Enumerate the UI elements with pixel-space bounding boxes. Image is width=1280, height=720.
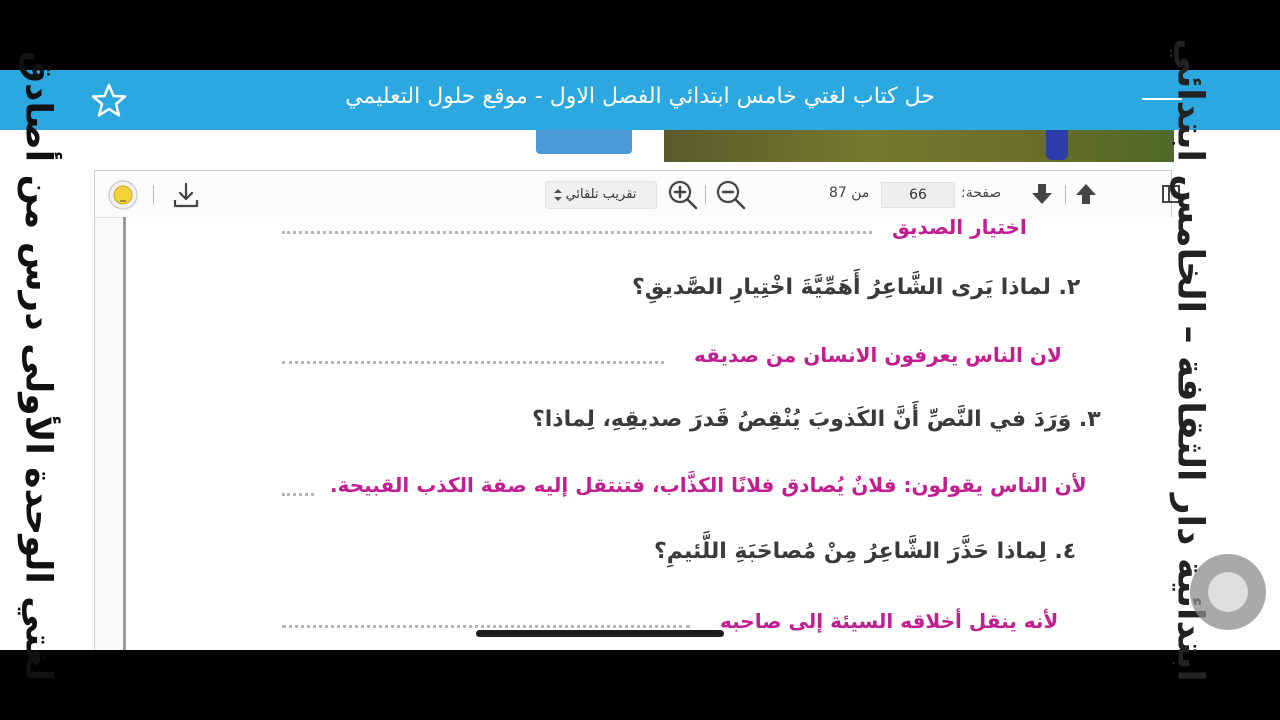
top-letterbox — [0, 0, 1280, 70]
lightbulb-icon[interactable] — [107, 179, 139, 211]
question-2: ٢. لماذا يَرى الشَّاعِرُ أَهَمِّيَّةَ اخ… — [632, 275, 1081, 300]
answer-dotted-line — [282, 361, 664, 364]
page-title: حل كتاب لغتي خامس ابتدائي الفصل الاول - … — [345, 84, 935, 109]
zoom-in-icon[interactable] — [667, 179, 699, 211]
select-arrows-icon — [554, 189, 562, 201]
answer-dotted-line — [282, 625, 690, 628]
zoom-out-icon[interactable] — [715, 179, 747, 211]
app-screen: حل كتاب لغتي خامس ابتدائي الفصل الاول - … — [0, 70, 1280, 650]
arrow-down-icon[interactable] — [1029, 181, 1055, 207]
zoom-select-value: تقريب تلقائي — [565, 187, 637, 202]
assistive-touch-inner — [1208, 572, 1248, 612]
video-thumbnail[interactable] — [664, 130, 1174, 162]
app-header: حل كتاب لغتي خامس ابتدائي الفصل الاول - … — [0, 70, 1280, 130]
answer-3: لأن الناس يقولون: فلانٌ يُصادق فلانًا ال… — [330, 473, 1087, 497]
heading-partial: اختيار الصديق — [892, 217, 1027, 239]
video-marker — [1046, 130, 1068, 160]
assistive-touch-button[interactable] — [1190, 554, 1266, 630]
page-label: صفحة: — [961, 185, 1002, 201]
answer-dotted-line — [282, 231, 872, 234]
pdf-toolbar: تقريب تلقائي من 87 66 صفحة: — [95, 171, 1180, 218]
ad-button[interactable] — [536, 130, 632, 154]
page-total: من 87 — [829, 185, 870, 201]
zoom-select[interactable]: تقريب تلقائي — [545, 181, 657, 209]
bottom-letterbox — [0, 650, 1280, 720]
star-icon[interactable] — [90, 82, 128, 120]
question-3: ٣. وَرَدَ في النَّصِّ أَنَّ الكَذوبَ يُن… — [532, 407, 1101, 432]
page-number-input[interactable]: 66 — [881, 182, 955, 208]
arrow-up-icon[interactable] — [1073, 181, 1099, 207]
left-caption: لغتي الوحدة الأولى درس من أصادق — [17, 50, 59, 682]
home-indicator[interactable] — [476, 630, 724, 637]
pdf-viewer: تقريب تلقائي من 87 66 صفحة: اختيار الصدي… — [94, 170, 1180, 650]
answer-4: لأنه ينقل أخلاقه السيئة إلى صاحبه — [720, 609, 1059, 633]
question-4: ٤. لِماذا حَذَّرَ الشَّاعِرُ مِنْ مُصاحَ… — [654, 539, 1077, 564]
answer-dotted-line — [282, 493, 314, 496]
answer-2: لان الناس يعرفون الانسان من صديقه — [694, 343, 1062, 367]
pdf-page: اختيار الصديق ٢. لماذا يَرى الشَّاعِرُ أ… — [123, 217, 1174, 650]
download-icon[interactable] — [171, 181, 201, 209]
